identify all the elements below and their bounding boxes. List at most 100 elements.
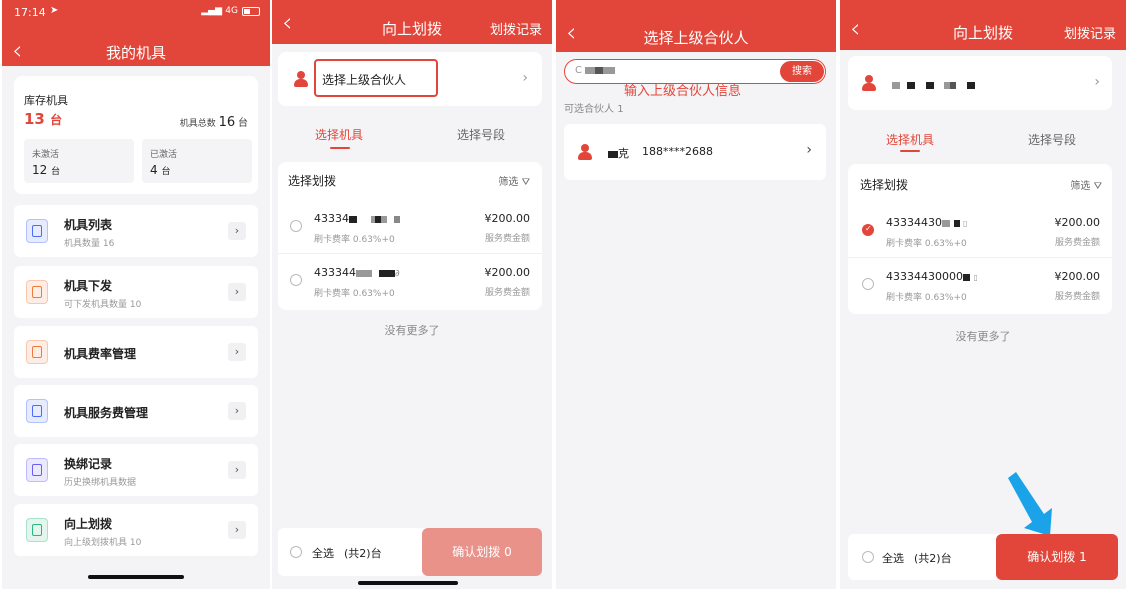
checkbox[interactable]	[290, 274, 302, 286]
chevron-right-icon[interactable]: ›	[228, 343, 246, 361]
total-count: (共2)台	[344, 547, 382, 560]
header: 17:14 ➤ ▂▄▆ 4G ‹ 我的机具	[2, 0, 270, 66]
price: ¥200.00	[484, 266, 531, 279]
menu-item-subtitle: 历史换绑机具数据	[64, 478, 137, 488]
rate: 刷卡费率 0.63%+0	[886, 293, 967, 303]
select-partner-card[interactable]: 选择上级合伙人 ›	[278, 52, 542, 106]
select-all-label[interactable]: 全选	[882, 550, 904, 566]
price: ¥200.00	[1054, 216, 1101, 229]
active-label: 已激活	[150, 150, 178, 160]
list-item[interactable]: 43334430000 ▯ 刷卡费率 0.63%+0 ¥200.00 服务费金额	[848, 260, 1112, 312]
panel-transfer-selected: ‹ 向上划拨 划拨记录 › 选择机具 选择号段 选择划拨 筛选 ⛛ 433344…	[840, 0, 1126, 589]
tab-select-device[interactable]: 选择机具	[315, 126, 363, 143]
filter-button[interactable]: 筛选 ⛛	[498, 173, 530, 188]
partner-name	[892, 78, 975, 91]
panel-select-partner: ‹ 选择上级合伙人 C 搜索 输入上级合伙人信息 可选合伙人 1 克 188**…	[556, 0, 836, 589]
service-fee-label: 服务费金额	[1054, 292, 1100, 302]
selected-partner-card[interactable]: ›	[848, 56, 1112, 110]
menu-item-subtitle: 可下发机具数量 10	[64, 300, 142, 310]
status-time: 17:14	[14, 6, 46, 19]
rate: 刷卡费率 0.63%+0	[314, 289, 395, 299]
transfer-record-link[interactable]: 划拨记录	[1064, 23, 1116, 42]
menu-item[interactable]: 换绑记录 历史换绑机具数据 ›	[14, 444, 258, 496]
stock-label: 库存机具	[24, 94, 68, 107]
swap-icon	[26, 458, 48, 482]
download-icon	[26, 280, 48, 304]
filter-button[interactable]: 筛选 ⛛	[1070, 177, 1102, 192]
home-indicator	[358, 581, 458, 585]
tab-select-range[interactable]: 选择号段	[457, 126, 505, 143]
list-item[interactable]: 433344 ∂ 刷卡费率 0.63%+0 ¥200.00 服务费金额	[278, 256, 542, 308]
menu-item[interactable]: 向上划拨 向上级划拨机具 10 ›	[14, 504, 258, 556]
menu-item-title: 机具费率管理	[64, 347, 137, 361]
menu-item[interactable]: 机具下发可下发机具数量 10 ›	[14, 266, 258, 318]
chevron-right-icon[interactable]: ›	[228, 222, 246, 240]
available-partners-label: 可选合伙人 1	[564, 104, 624, 115]
panel-my-devices: 17:14 ➤ ▂▄▆ 4G ‹ 我的机具 库存机具 13 台 机具总数 16 …	[2, 0, 270, 589]
filter-icon: ⛛	[1093, 181, 1102, 192]
partner-item[interactable]: 克 188****2688 ›	[564, 124, 826, 180]
select-all-label[interactable]: 全选	[312, 545, 334, 561]
home-indicator	[88, 575, 184, 579]
header: ‹ 选择上级合伙人	[556, 0, 836, 52]
chevron-right-icon[interactable]: ›	[228, 283, 246, 301]
device-sn: 43334	[314, 212, 400, 225]
device-sn: 43334430000 ▯	[886, 270, 978, 283]
section-title: 选择划拨	[288, 174, 337, 188]
confirm-button[interactable]: 确认划拨 1	[996, 534, 1118, 580]
partner-phone: 188****2688	[642, 145, 713, 158]
list-item[interactable]: 43334430 ▯ 刷卡费率 0.63%+0 ¥200.00 服务费金额	[848, 206, 1112, 258]
device-sn: 43334430 ▯	[886, 216, 968, 229]
service-fee-label: 服务费金额	[484, 234, 530, 244]
upload-icon	[26, 518, 48, 542]
header: ‹ 向上划拨 划拨记录	[840, 0, 1126, 50]
network-label: 4G	[225, 6, 238, 16]
chevron-right-icon[interactable]: ›	[228, 461, 246, 479]
no-more-text: 没有更多了	[384, 324, 440, 337]
filter-icon: ⛛	[521, 177, 530, 188]
inactive-box: 未激活 12 台	[24, 139, 134, 183]
bottom-bar: 全选 (共2)台 确认划拨 0	[278, 528, 542, 576]
battery-icon	[242, 7, 260, 16]
percent-icon	[26, 340, 48, 364]
stock-count: 13 台	[24, 110, 63, 128]
tab-select-range[interactable]: 选择号段	[1028, 131, 1076, 148]
header: ‹ 向上划拨 划拨记录	[272, 0, 552, 44]
list-item[interactable]: 43334 刷卡费率 0.63%+0 ¥200.00 服务费金额	[278, 202, 542, 254]
chevron-right-icon: ›	[522, 70, 528, 86]
menu-item-title: 机具列表	[64, 218, 113, 232]
chevron-right-icon[interactable]: ›	[228, 521, 246, 539]
checkbox[interactable]	[862, 278, 874, 290]
tab-select-device[interactable]: 选择机具	[886, 131, 934, 148]
total-count: (共2)台	[914, 552, 952, 565]
dollar-icon	[26, 399, 48, 423]
person-icon	[294, 71, 308, 87]
person-icon	[578, 144, 592, 160]
menu-item[interactable]: 机具列表 机具数量 16 ›	[14, 205, 258, 257]
transfer-record-link[interactable]: 划拨记录	[490, 19, 542, 38]
search-button[interactable]: 搜索	[780, 61, 824, 82]
menu-item-title: 机具下发	[64, 279, 113, 293]
stock-card: 库存机具 13 台 机具总数 16 台 未激活 12 台 已激活 4 台	[14, 76, 258, 194]
device-list-card: 选择划拨 筛选 ⛛ 43334 刷卡费率 0.63%+0 ¥200.00 服务费…	[278, 162, 542, 310]
panel-transfer-empty: ‹ 向上划拨 划拨记录 选择上级合伙人 › 选择机具 选择号段 选择划拨 筛选 …	[272, 0, 552, 589]
confirm-button[interactable]: 确认划拨 0	[422, 528, 542, 576]
inactive-label: 未激活	[32, 150, 60, 160]
select-all-checkbox[interactable]	[290, 546, 302, 558]
chevron-right-icon[interactable]: ›	[228, 402, 246, 420]
rate: 刷卡费率 0.63%+0	[886, 239, 967, 249]
signal-icon: ▂▄▆	[201, 6, 222, 16]
bottom-bar: 全选 (共2)台 确认划拨 1	[848, 534, 1118, 580]
checkbox-checked[interactable]	[862, 224, 874, 236]
service-fee-label: 服务费金额	[484, 288, 530, 298]
chevron-right-icon: ›	[806, 142, 812, 158]
menu-item[interactable]: 机具服务费管理 ›	[14, 385, 258, 437]
tab-underline	[330, 147, 350, 149]
search-input[interactable]: C	[575, 65, 616, 76]
menu-item[interactable]: 机具费率管理 ›	[14, 326, 258, 378]
list-icon	[26, 219, 48, 243]
select-all-checkbox[interactable]	[862, 551, 874, 563]
partner-name: 克	[608, 145, 629, 161]
inactive-count: 12 台	[32, 163, 61, 177]
checkbox[interactable]	[290, 220, 302, 232]
